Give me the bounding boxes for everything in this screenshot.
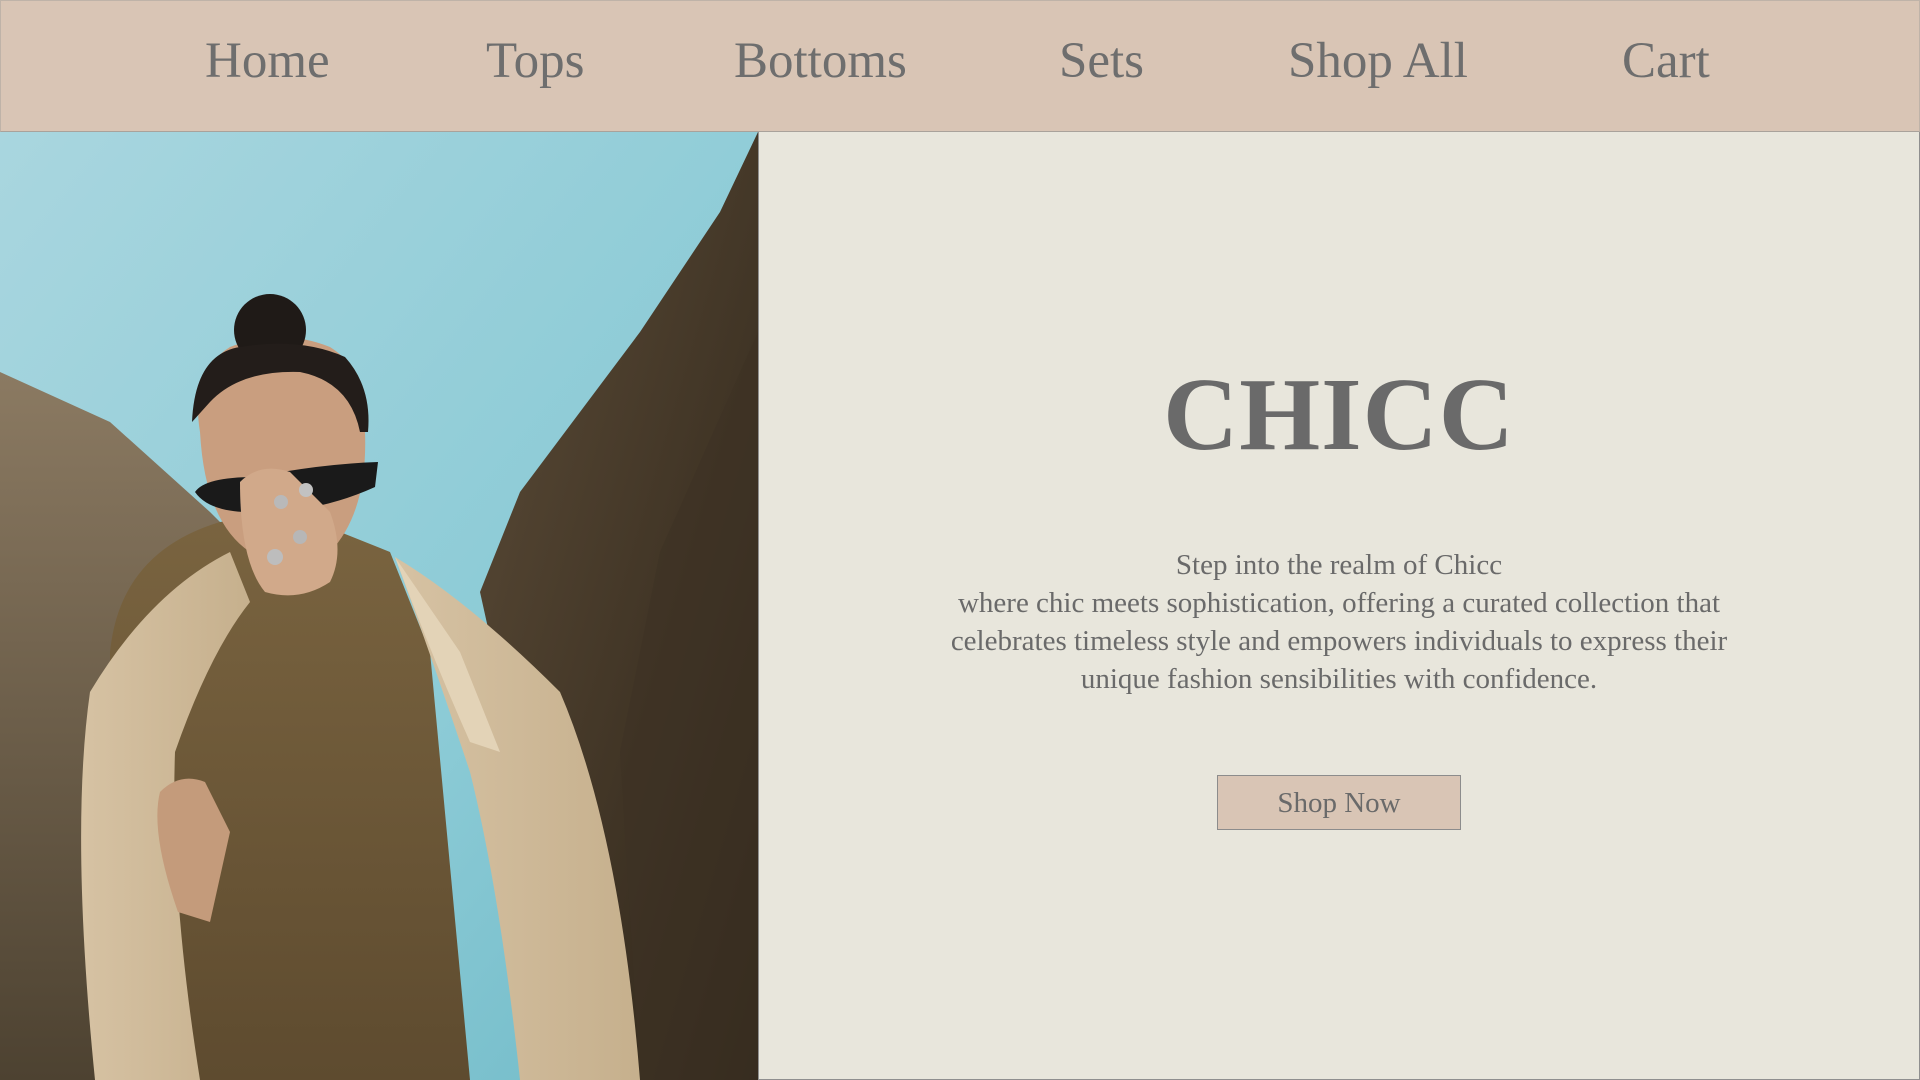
nav-shop-all-link[interactable]: Shop All — [1288, 31, 1468, 91]
nav-tops-link[interactable]: Tops — [486, 31, 584, 91]
hero-tagline: Step into the realm of Chicc where chic … — [879, 546, 1799, 698]
tagline-line: unique fashion sensibilities with confid… — [1080, 663, 1598, 695]
hero-section: CHICC Step into the realm of Chicc where… — [0, 132, 1920, 1080]
hero-image — [0, 132, 758, 1080]
tagline-line: celebrates timeless style and empowers i… — [950, 625, 1728, 657]
shop-now-button[interactable]: Shop Now — [1217, 775, 1461, 830]
brand-title: CHICC — [1163, 357, 1515, 472]
tagline-line: Step into the realm of Chicc — [1175, 549, 1503, 581]
nav-bottoms-link[interactable]: Bottoms — [734, 31, 907, 91]
hero-content-panel: CHICC Step into the realm of Chicc where… — [758, 132, 1920, 1080]
top-navigation: Home Tops Bottoms Sets Shop All Cart — [0, 0, 1920, 132]
tagline-line: where chic meets sophistication, offerin… — [957, 587, 1721, 619]
nav-sets-link[interactable]: Sets — [1059, 31, 1144, 91]
nav-home-link[interactable]: Home — [205, 31, 330, 91]
nav-cart-link[interactable]: Cart — [1622, 31, 1710, 91]
